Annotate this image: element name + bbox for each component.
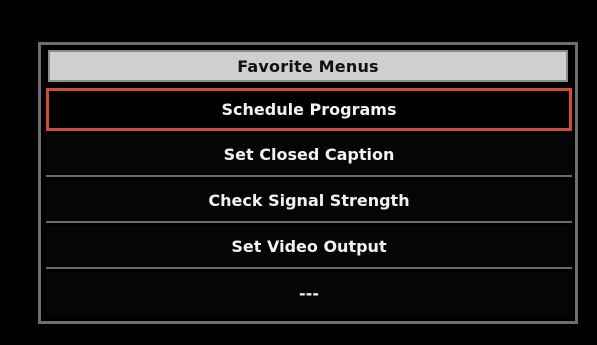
- menu-item-schedule-programs[interactable]: Schedule Programs: [46, 88, 572, 131]
- menu-item-label: Set Closed Caption: [223, 145, 395, 164]
- menu-item-set-video-output[interactable]: Set Video Output: [46, 226, 572, 269]
- menu-item-label: Schedule Programs: [221, 100, 397, 119]
- menu-item-check-signal-strength[interactable]: Check Signal Strength: [46, 180, 572, 223]
- menu-item-set-closed-caption[interactable]: Set Closed Caption: [46, 134, 572, 177]
- menu-item-empty[interactable]: ---: [46, 272, 572, 315]
- favorite-menus-panel: Favorite Menus Schedule Programs Set Clo…: [38, 42, 578, 324]
- menu-item-label: Check Signal Strength: [208, 191, 410, 210]
- menu-title: Favorite Menus: [48, 50, 568, 82]
- menu-item-label: Set Video Output: [231, 237, 387, 256]
- tv-screen: Favorite Menus Schedule Programs Set Clo…: [0, 0, 597, 345]
- menu-item-label: ---: [299, 284, 319, 303]
